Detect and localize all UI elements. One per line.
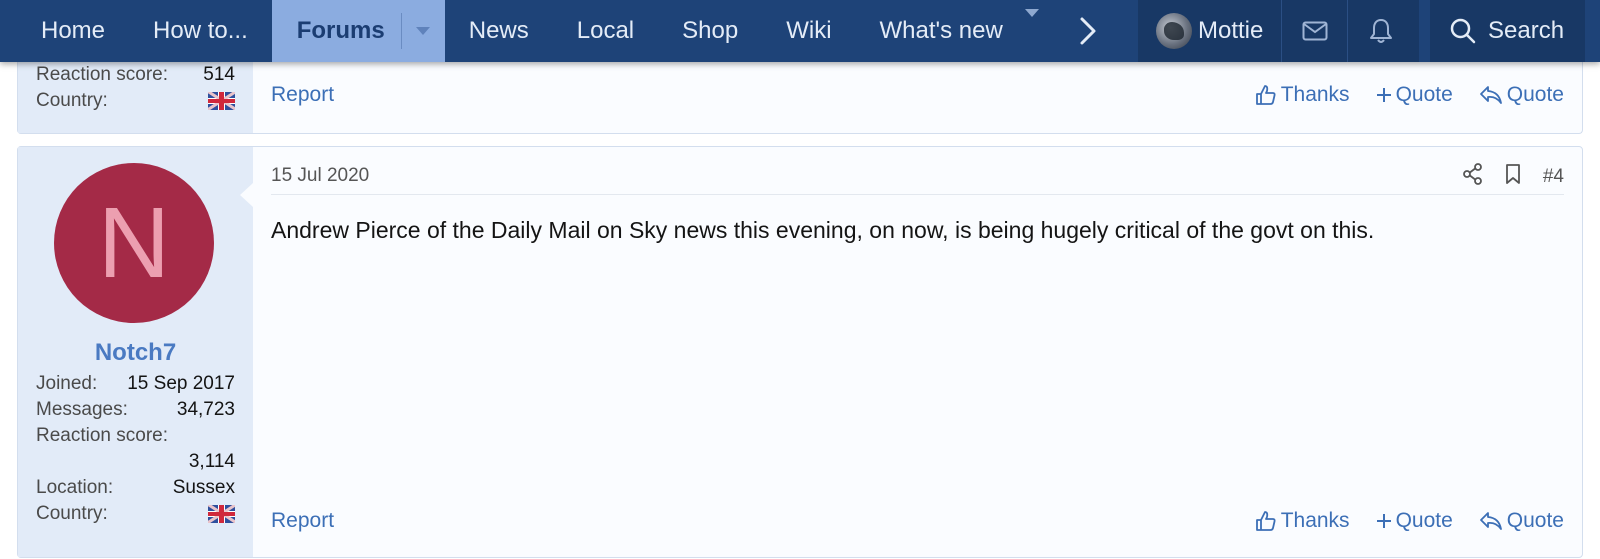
multi-quote-label: Quote (1395, 509, 1453, 532)
nav-whats-new[interactable]: What's new (856, 0, 1063, 62)
search-label: Search (1488, 17, 1565, 44)
stat-country: Country: (36, 503, 235, 525)
account-username[interactable]: Mottie (1198, 17, 1263, 45)
envelope-icon (1302, 21, 1328, 41)
post-footer: Report Thanks Quote Quote (271, 83, 1564, 107)
nav-wiki[interactable]: Wiki (762, 0, 855, 62)
post-date[interactable]: 15 Jul 2020 (271, 165, 369, 187)
stat-value: 514 (203, 64, 235, 85)
share-icon[interactable] (1462, 163, 1483, 190)
stat-label: Country: (36, 503, 108, 524)
alerts-button[interactable] (1347, 0, 1413, 62)
quote-label: Quote (1506, 509, 1564, 532)
stat-label: Country: (36, 90, 108, 111)
multi-quote-button[interactable]: Quote (1376, 509, 1453, 533)
nav-forums-label: Forums (296, 17, 385, 44)
post-actions: Thanks Quote Quote (1255, 83, 1564, 107)
post-header-actions: #4 (1462, 163, 1564, 190)
nav-whats-new-label: What's new (879, 17, 1003, 44)
report-link[interactable]: Report (271, 83, 334, 107)
uk-flag-icon (208, 505, 235, 523)
stat-label: Reaction score: (36, 425, 169, 446)
avatar[interactable] (1156, 13, 1192, 49)
post-message: Andrew Pierce of the Daily Mail on Sky n… (271, 217, 1375, 243)
thanks-label: Thanks (1280, 509, 1350, 532)
stat-joined: Joined: 15 Sep 2017 (36, 373, 235, 395)
nav-home[interactable]: Home (0, 0, 129, 62)
stat-reaction-score: Reaction score: (36, 425, 235, 447)
stat-label: Joined: (36, 373, 98, 394)
stat-label: Reaction score: (36, 64, 169, 85)
nav-how-to[interactable]: How to... (129, 0, 272, 62)
plus-icon (1376, 88, 1391, 102)
quote-button[interactable]: Quote (1479, 509, 1564, 533)
stat-label: Location: (36, 477, 114, 498)
uk-flag-icon (208, 92, 235, 110)
avatar-letter: N (97, 187, 171, 299)
bell-icon (1369, 19, 1392, 43)
multi-quote-label: Quote (1395, 83, 1453, 106)
post-body: 15 Jul 2020 #4 Andrew Pierce of the Dail… (240, 147, 1582, 557)
nav-news[interactable]: News (445, 0, 553, 62)
stat-reaction-score: Reaction score: 514 (36, 64, 235, 86)
stat-label: Messages: (36, 399, 128, 420)
thumbs-up-icon (1255, 511, 1276, 531)
stat-country: Country: (36, 90, 235, 112)
quote-label: Quote (1506, 83, 1564, 106)
nav-forums[interactable]: Forums (271, 0, 445, 62)
post-user-column: N Notch7 Joined: 15 Sep 2017 Messages: 3… (18, 147, 253, 557)
plus-icon (1376, 514, 1391, 528)
bookmark-icon[interactable] (1505, 163, 1521, 190)
avatar[interactable]: N (54, 163, 214, 323)
stat-value: 15 Sep 2017 (127, 373, 235, 394)
nav-shop[interactable]: Shop (658, 0, 762, 62)
post-actions: Thanks Quote Quote (1255, 509, 1564, 533)
report-link[interactable]: Report (271, 509, 334, 533)
forum-post: N Notch7 Joined: 15 Sep 2017 Messages: 3… (17, 146, 1583, 558)
thanks-label: Thanks (1280, 83, 1350, 106)
stat-value[interactable]: 34,723 (177, 399, 235, 421)
reply-icon (1479, 512, 1502, 530)
chevron-down-icon[interactable] (1024, 9, 1039, 45)
stat-value[interactable]: Sussex (173, 477, 235, 499)
post-header: 15 Jul 2020 #4 (271, 163, 1564, 195)
quote-button[interactable]: Quote (1479, 83, 1564, 107)
chevron-down-icon[interactable] (402, 27, 445, 35)
post-footer: Report Thanks Quote Quote (271, 509, 1564, 533)
account-area: Mottie (1138, 0, 1419, 62)
chevron-right-icon[interactable] (1063, 0, 1107, 62)
search-button[interactable]: Search (1430, 0, 1585, 62)
stat-messages: Messages: 34,723 (36, 399, 235, 421)
thumbs-up-icon (1255, 85, 1276, 105)
inbox-button[interactable] (1281, 0, 1347, 62)
reply-icon (1479, 86, 1502, 104)
search-icon (1450, 18, 1476, 44)
post-number[interactable]: #4 (1543, 166, 1564, 188)
stat-reaction-score-value: 3,114 (36, 451, 235, 473)
stat-value[interactable]: 3,114 (189, 451, 235, 473)
thanks-button[interactable]: Thanks (1255, 509, 1350, 533)
post-username[interactable]: Notch7 (18, 339, 253, 367)
stat-location: Location: Sussex (36, 477, 235, 499)
speech-arrow (240, 183, 253, 207)
nav-local[interactable]: Local (553, 0, 658, 62)
thanks-button[interactable]: Thanks (1255, 83, 1350, 107)
multi-quote-button[interactable]: Quote (1376, 83, 1453, 107)
